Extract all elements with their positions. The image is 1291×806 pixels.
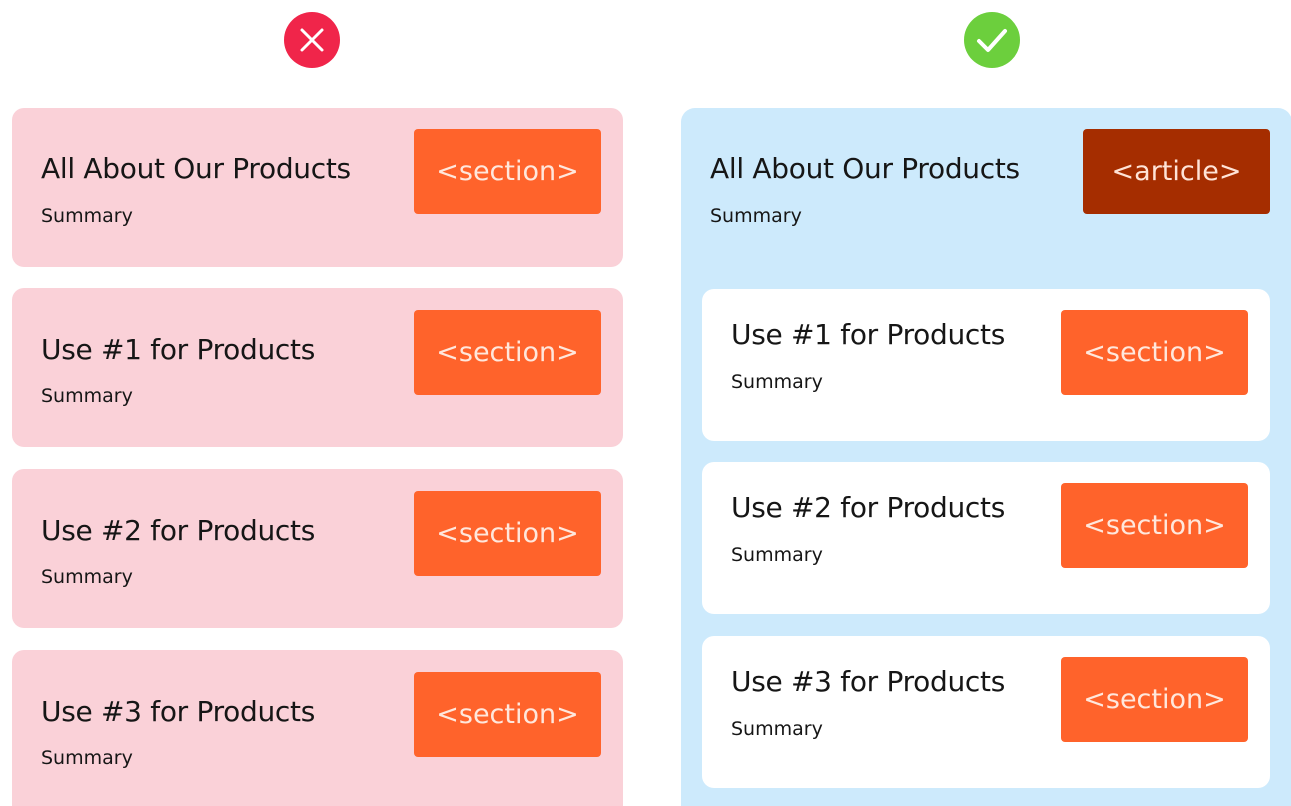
close-icon	[284, 12, 340, 68]
section-card-use-1: Use #1 for Products Summary <section>	[12, 288, 623, 447]
article-card: All About Our Products Summary <article>…	[681, 108, 1291, 806]
card-title: Use #3 for Products	[731, 665, 1005, 698]
section-card-main: All About Our Products Summary <section>	[12, 108, 623, 267]
card-summary: Summary	[731, 371, 823, 393]
card-title: Use #1 for Products	[731, 318, 1005, 351]
article-tag: <article>	[1083, 129, 1270, 214]
card-summary: Summary	[41, 205, 133, 227]
card-summary: Summary	[41, 385, 133, 407]
section-tag: <section>	[1061, 657, 1248, 742]
article-summary: Summary	[710, 205, 802, 227]
section-tag: <section>	[414, 491, 601, 576]
check-icon	[964, 12, 1020, 68]
card-summary: Summary	[41, 566, 133, 588]
article-title: All About Our Products	[710, 152, 1020, 185]
section-card-use-3: Use #3 for Products Summary <section>	[12, 650, 623, 806]
card-summary: Summary	[731, 718, 823, 740]
card-title: Use #2 for Products	[731, 491, 1005, 524]
section-tag: <section>	[414, 129, 601, 214]
section-card-use-2: Use #2 for Products Summary <section>	[12, 469, 623, 628]
section-tag: <section>	[414, 672, 601, 757]
section-tag: <section>	[1061, 483, 1248, 568]
card-summary: Summary	[731, 544, 823, 566]
card-title: Use #3 for Products	[41, 695, 315, 728]
nested-section-card-use-2: Use #2 for Products Summary <section>	[702, 462, 1270, 614]
nested-section-card-use-3: Use #3 for Products Summary <section>	[702, 636, 1270, 788]
card-summary: Summary	[41, 747, 133, 769]
nested-section-card-use-1: Use #1 for Products Summary <section>	[702, 289, 1270, 441]
section-tag: <section>	[414, 310, 601, 395]
comparison-diagram: All About Our Products Summary <section>…	[0, 0, 1291, 806]
section-tag: <section>	[1061, 310, 1248, 395]
card-title: All About Our Products	[41, 152, 351, 185]
card-title: Use #1 for Products	[41, 333, 315, 366]
card-title: Use #2 for Products	[41, 514, 315, 547]
